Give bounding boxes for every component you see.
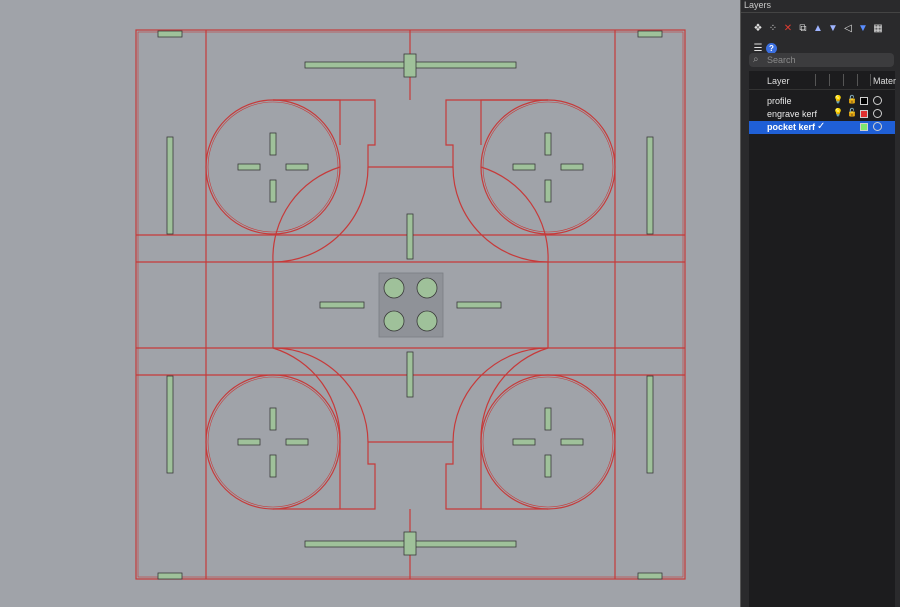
layer-color-swatch[interactable] [860, 110, 868, 118]
column-divider[interactable] [815, 74, 816, 86]
material-circle-icon[interactable] [873, 122, 882, 131]
layers-toolbar: ❖ ⁘ ✕ ⧉ ▲ ▼ ◁ ▼ ▦☰? [751, 18, 897, 58]
column-material[interactable]: Mater [873, 76, 896, 86]
unlock-icon[interactable]: 🔓 [847, 95, 857, 104]
column-divider[interactable] [843, 74, 844, 86]
new-sublayer-icon[interactable]: ⁘ [766, 22, 780, 36]
visibility-bulb-icon[interactable]: 💡 [833, 95, 843, 104]
filter-icon[interactable]: ▼ [856, 22, 870, 36]
layers-panel: Layers ❖⁘✕⧉▲▼◁▼▦☰? ⌕ Layer Mater profile… [740, 0, 900, 607]
move-up-icon[interactable]: ▲ [811, 22, 825, 36]
move-parent-icon[interactable]: ◁ [841, 22, 855, 36]
material-circle-icon[interactable] [873, 109, 882, 118]
search-icon: ⌕ [753, 54, 759, 65]
new-layer-icon[interactable]: ❖ [751, 22, 765, 36]
layer-name: pocket kerf [767, 122, 816, 132]
cad-viewport[interactable] [0, 0, 740, 607]
center-hub [378, 272, 444, 338]
search-input[interactable] [767, 54, 887, 66]
move-down-icon[interactable]: ▼ [826, 22, 840, 36]
layer-name: profile [767, 96, 792, 106]
delete-icon[interactable]: ✕ [781, 22, 795, 36]
layer-row[interactable]: engrave kerf 💡 🔓 [749, 108, 895, 121]
search-box[interactable]: ⌕ [749, 53, 894, 67]
layer-color-swatch[interactable] [860, 123, 868, 131]
current-layer-check-icon[interactable]: ✓ [817, 121, 825, 132]
list-header: Layer Mater [749, 71, 896, 90]
duplicate-icon[interactable]: ⧉ [796, 22, 810, 36]
unlock-icon[interactable]: 🔓 [847, 108, 857, 117]
layer-row[interactable]: pocket kerf ✓ [749, 121, 895, 134]
layer-list[interactable]: Layer Mater profile 💡 🔓 engrave kerf 💡 🔓 pocke… [749, 71, 896, 607]
layer-name: engrave kerf [767, 109, 818, 119]
drawing-canvas [135, 29, 686, 580]
panel-title: Layers [744, 0, 772, 10]
column-divider[interactable] [857, 74, 858, 86]
layer-row[interactable]: profile 💡 🔓 [749, 95, 895, 108]
layer-color-swatch[interactable] [860, 97, 868, 105]
material-circle-icon[interactable] [873, 96, 882, 105]
visibility-bulb-icon[interactable]: 💡 [833, 108, 843, 117]
grid-icon[interactable]: ▦ [871, 22, 885, 36]
column-divider[interactable] [829, 74, 830, 86]
column-layer[interactable]: Layer [767, 76, 790, 86]
title-divider [741, 12, 900, 13]
column-divider[interactable] [870, 74, 871, 86]
